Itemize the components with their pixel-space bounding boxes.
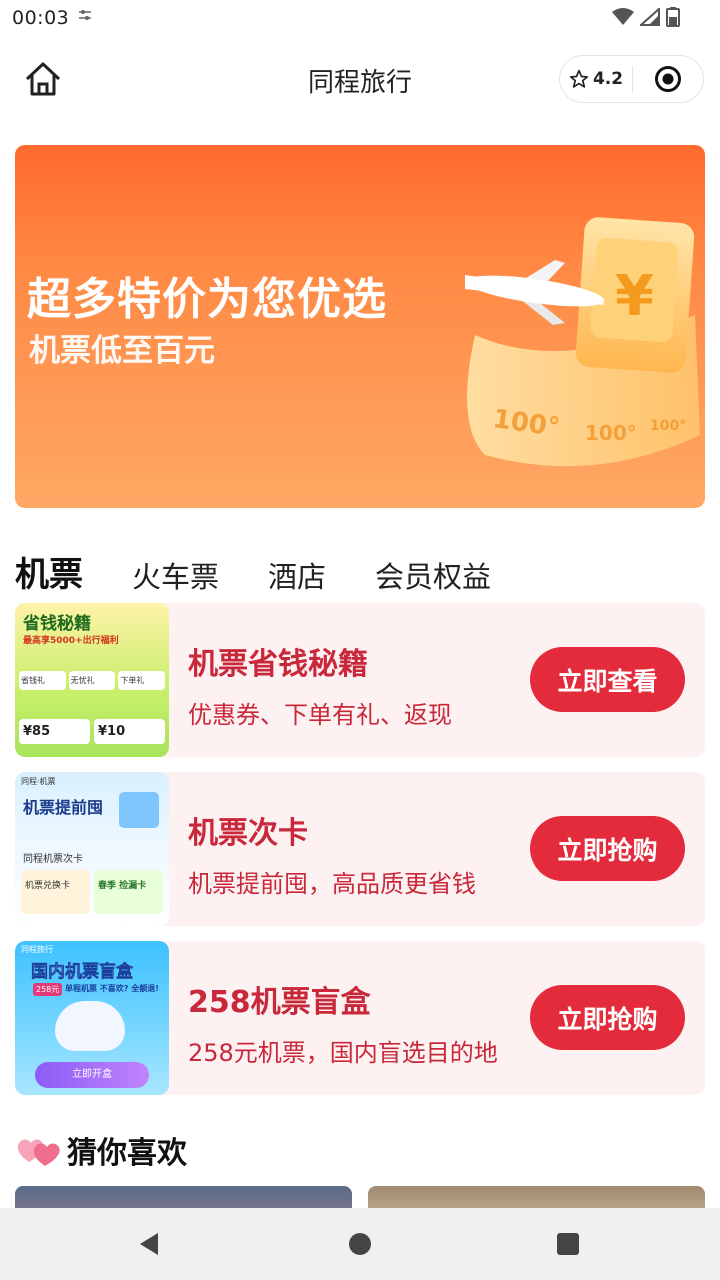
recommendations-title: 猜你喜欢 [67,1136,187,1171]
status-bar: 00:03 [0,0,720,36]
thumb-cta: 立即开盒 [35,1062,149,1088]
recents-icon[interactable] [554,1230,582,1258]
banner-subtitle: 机票低至百元 [29,333,215,369]
tab-label: 火车票 [132,560,220,594]
thumb-brand: 同程旅行 [21,945,53,954]
target-icon [655,66,681,92]
thumb-heading: 国内机票盲盒 [31,962,134,983]
view-now-button[interactable]: 立即查看 [530,647,685,712]
nav-bar: 同程旅行 4.2 [0,40,720,120]
buy-now-button[interactable]: 立即抢购 [530,816,685,881]
airplane-ticket-illustration: ¥ 100° 100° 100° [465,217,700,467]
promo-card-multi-pass[interactable]: 同程·机票 机票提前囤 同程机票次卡 机票兑换卡 春季 捡漏卡 机票次卡 机票提… [15,772,705,926]
status-icons [612,7,680,27]
system-navigation-bar [0,1208,720,1280]
thumb-sub: 最高享5000+出行福利 [23,636,119,646]
card-title: 机票省钱秘籍 [188,647,368,682]
thumb-price: ¥10 [94,719,165,744]
signal-icon [640,8,660,26]
tab-label: 酒店 [268,560,327,594]
card-thumbnail: 同程旅行 国内机票盲盒 258元 单程机票 不喜欢? 全额退! 立即开盒 [15,941,169,1095]
hearts-icon [17,1139,60,1166]
card-thumbnail: 同程·机票 机票提前囤 同程机票次卡 机票兑换卡 春季 捡漏卡 [15,772,169,926]
tab-hotels[interactable]: 酒店 [268,554,326,596]
tab-member-benefits[interactable]: 会员权益 [375,554,491,596]
thumb-tag: 258元 [33,983,63,996]
thumb-item: 无忧礼 [68,671,116,690]
thumb-items: 省钱礼 无忧礼 下单礼 [19,671,166,690]
thumb-items: 机票兑换卡 春季 捡漏卡 [21,870,163,914]
calendar-icon [119,792,159,828]
card-description: 机票提前囤，高品质更省钱 [188,870,476,898]
star-icon [569,69,589,88]
category-tabs: 机票 火车票 酒店 会员权益 [15,540,540,602]
svg-text:¥: ¥ [615,264,654,329]
card-title: 机票次卡 [188,816,308,851]
thumb-item: 机票兑换卡 [21,870,90,914]
thumb-item: 省钱礼 [19,671,66,690]
back-icon[interactable] [136,1230,164,1258]
thumb-item: 春季 捡漏卡 [94,870,163,914]
thumb-sub: 同程机票次卡 [23,854,83,865]
buy-now-button[interactable]: 立即抢购 [530,985,685,1050]
close-mini-program-button[interactable] [633,65,703,93]
thumb-price: ¥85 [19,719,90,744]
promo-card-savings[interactable]: 省钱秘籍 最高享5000+出行福利 省钱礼 无忧礼 下单礼 ¥85 ¥10 机票… [15,603,705,757]
wifi-icon [612,8,634,25]
plane-mascot-icon [55,1001,125,1051]
battery-icon [666,7,680,27]
banner-100-label-2: 100° [585,421,637,445]
card-description: 优惠券、下单有礼、返现 [188,701,452,729]
thumb-heading: 省钱秘籍 [23,614,91,634]
status-time: 00:03 [12,7,70,29]
rating-button[interactable]: 4.2 [560,69,632,89]
thumb-sub: 单程机票 不喜欢? 全额退! [65,984,159,993]
promo-banner[interactable]: 超多特价为您优选 机票低至百元 ¥ 100° 100° 100° [15,145,705,508]
card-description: 258元机票，国内盲选目的地 [188,1039,498,1067]
mini-program-capsule: 4.2 [559,55,704,103]
rating-value: 4.2 [592,69,624,89]
tab-label: 机票 [15,555,83,595]
card-thumbnail: 省钱秘籍 最高享5000+出行福利 省钱礼 无忧礼 下单礼 ¥85 ¥10 [15,603,169,757]
recommendations-header: 猜你喜欢 [15,1128,187,1172]
tab-label: 会员权益 [375,560,492,594]
banner-100-label-3: 100° [650,418,686,434]
thumb-heading: 机票提前囤 [23,798,104,817]
settings-sliders-icon [78,8,92,26]
home-circle-icon[interactable] [346,1230,374,1258]
card-title: 258机票盲盒 [188,985,371,1020]
promo-card-blind-box[interactable]: 同程旅行 国内机票盲盒 258元 单程机票 不喜欢? 全额退! 立即开盒 258… [15,941,705,1095]
tab-trains[interactable]: 火车票 [132,554,219,596]
banner-title: 超多特价为您优选 [27,274,387,325]
tab-flights[interactable]: 机票 [15,547,83,602]
thumb-prices: ¥85 ¥10 [19,719,165,744]
thumb-brand: 同程·机票 [21,777,56,786]
thumb-item: 下单礼 [118,671,166,690]
